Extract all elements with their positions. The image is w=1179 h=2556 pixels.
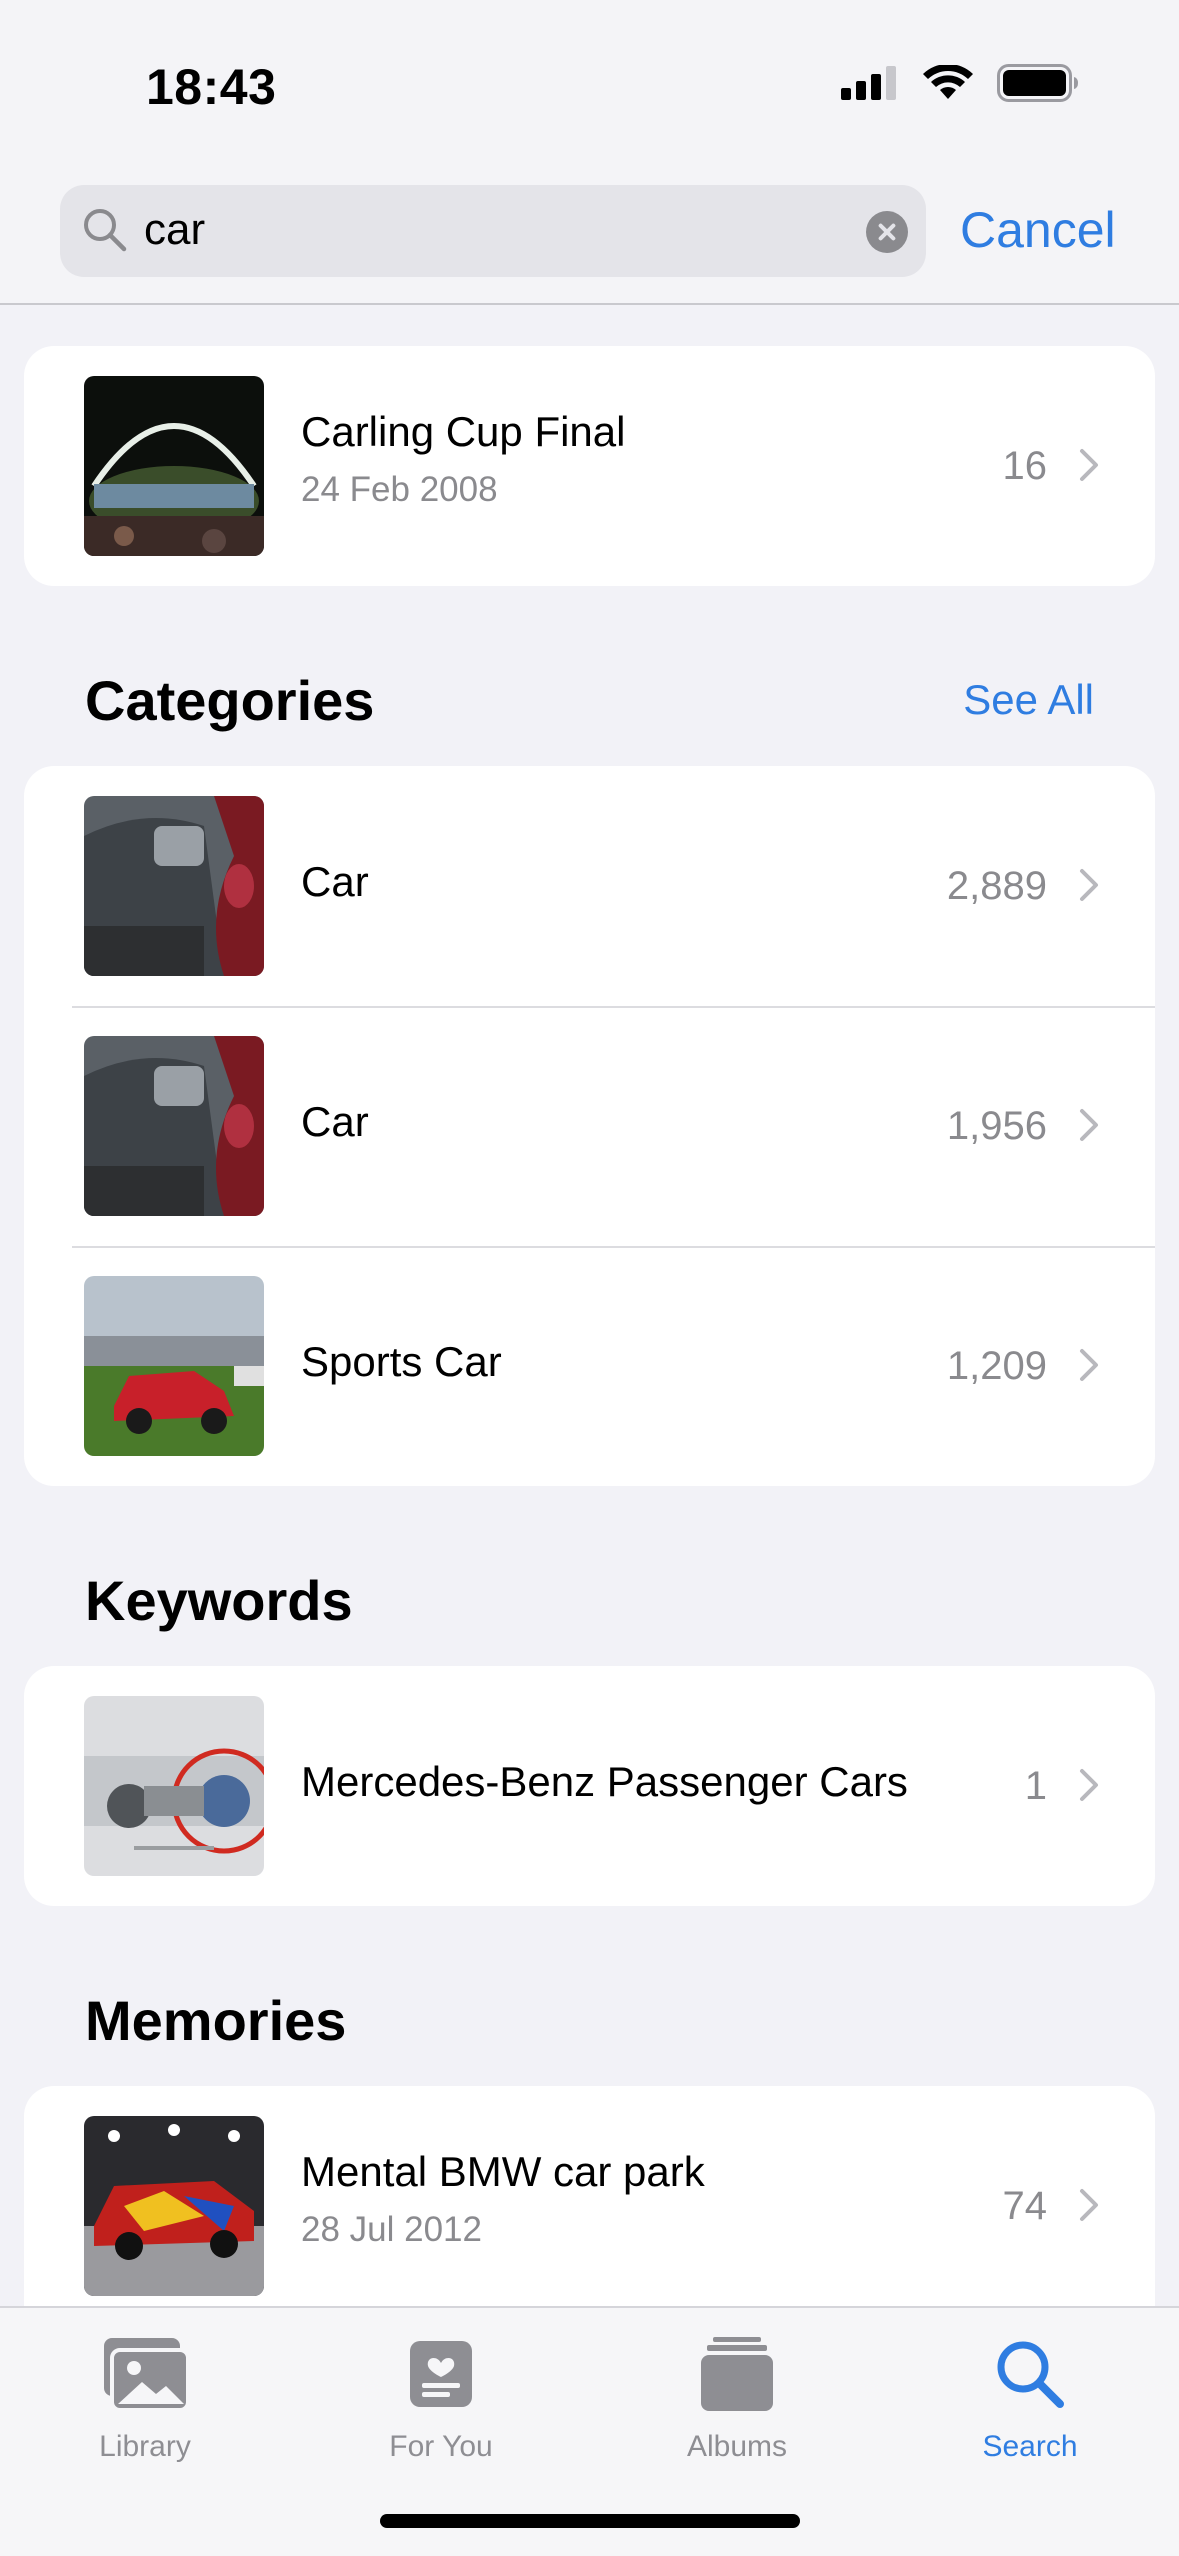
keywords-heading: Keywords	[85, 1569, 353, 1632]
memory-date: 28 Jul 2012	[301, 2210, 482, 2249]
item-count: 74	[1002, 2184, 1048, 2228]
status-icons	[841, 64, 1079, 102]
search-icon	[997, 2341, 1064, 2408]
item-count: 2,889	[946, 864, 1047, 908]
tab-search[interactable]: Search	[930, 2326, 1130, 2464]
tab-for-you[interactable]: For You	[341, 2326, 541, 2464]
albums-icon	[701, 2337, 773, 2411]
chevron-right-icon	[1080, 2189, 1098, 2221]
categories-heading: Categories	[85, 669, 375, 732]
tab-label: Search	[982, 2430, 1078, 2463]
stadium-thumbnail	[84, 376, 264, 556]
wifi-icon	[923, 65, 973, 99]
list-item[interactable]: Mercedes-Benz Passenger Cars 1	[24, 1666, 1155, 1906]
memories-heading: Memories	[85, 1989, 347, 2052]
list-item[interactable]: Carling Cup Final 24 Feb 2008 16	[24, 346, 1155, 586]
photo-library-icon	[104, 2338, 190, 2412]
chevron-right-icon	[1080, 1769, 1098, 1801]
clear-search-icon[interactable]	[866, 211, 908, 253]
category-label: Car	[301, 1098, 369, 1145]
home-indicator	[380, 2514, 800, 2528]
list-item[interactable]: Car 2,889	[24, 766, 1155, 1006]
see-all-button[interactable]: See All	[963, 676, 1094, 724]
cellular-signal-icon	[841, 66, 896, 100]
search-header: car Cancel	[0, 175, 1179, 305]
tab-albums[interactable]: Albums	[637, 2326, 837, 2464]
item-count: 1,956	[946, 1104, 1047, 1148]
chevron-right-icon	[1080, 869, 1098, 901]
item-count: 1	[1024, 1764, 1047, 1808]
memory-title: Mental BMW car park	[301, 2148, 705, 2195]
memories-card: Mental BMW car park 28 Jul 2012 74	[24, 2086, 1155, 2326]
battery-icon	[997, 64, 1078, 102]
categories-card: Car 2,889 Car 1,956 Sports Car 1,209	[24, 766, 1155, 1486]
list-item[interactable]: Sports Car 1,209	[24, 1246, 1155, 1486]
keyword-label: Mercedes-Benz Passenger Cars	[301, 1758, 908, 1805]
tab-label: Library	[99, 2430, 191, 2463]
item-count: 16	[1002, 444, 1048, 488]
car-thumbnail	[84, 796, 264, 976]
memory-title: Carling Cup Final	[301, 408, 626, 455]
category-label: Sports Car	[301, 1338, 502, 1385]
chevron-right-icon	[1080, 449, 1098, 481]
for-you-icon	[410, 2341, 472, 2407]
search-field[interactable]: car	[60, 185, 926, 277]
magnifying-glass-icon	[84, 209, 127, 252]
status-time: 18:43	[146, 59, 277, 115]
item-count: 1,209	[946, 1344, 1047, 1388]
chevron-right-icon	[1080, 1109, 1098, 1141]
cancel-button[interactable]: Cancel	[960, 201, 1116, 259]
car-thumbnail	[84, 1036, 264, 1216]
sports-car-thumbnail	[84, 1276, 264, 1456]
chassis-diagram-thumbnail	[84, 1696, 264, 1876]
list-item[interactable]: Mental BMW car park 28 Jul 2012 74	[24, 2086, 1155, 2326]
tab-label: Albums	[686, 2430, 788, 2463]
category-label: Car	[301, 858, 369, 905]
list-item[interactable]: Car 1,956	[24, 1006, 1155, 1246]
tab-label: For You	[389, 2430, 493, 2463]
keywords-card: Mercedes-Benz Passenger Cars 1	[24, 1666, 1155, 1906]
status-bar: 18:43	[0, 0, 1179, 175]
art-car-thumbnail	[84, 2116, 264, 2296]
chevron-right-icon	[1080, 1349, 1098, 1381]
memory-date: 24 Feb 2008	[301, 470, 498, 509]
tab-library[interactable]: Library	[45, 2326, 245, 2464]
top-result-card: Carling Cup Final 24 Feb 2008 16	[24, 346, 1155, 586]
search-query-text[interactable]: car	[144, 205, 205, 255]
